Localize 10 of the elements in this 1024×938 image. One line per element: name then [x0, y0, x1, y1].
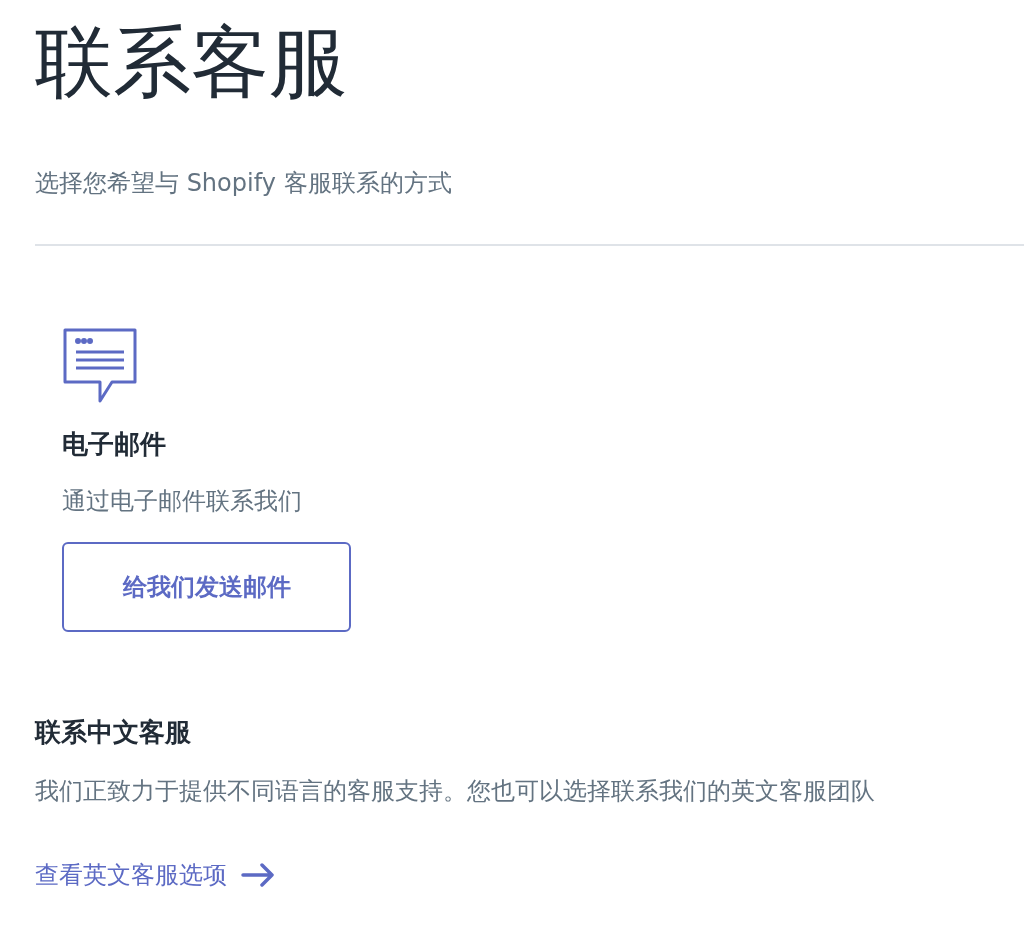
email-heading: 电子邮件 [62, 428, 166, 461]
english-support-link[interactable]: 查看英文客服选项 [35, 858, 275, 892]
arrow-right-icon [241, 863, 275, 887]
section-heading: 联系中文客服 [35, 716, 191, 749]
send-email-button[interactable]: 给我们发送邮件 [62, 542, 351, 632]
page-title: 联系客服 [35, 16, 347, 109]
section-description: 我们正致力于提供不同语言的客服支持。您也可以选择联系我们的英文客服团队 [35, 776, 875, 807]
chat-bubble-icon [62, 328, 138, 404]
email-description: 通过电子邮件联系我们 [62, 486, 302, 517]
page-subtitle: 选择您希望与 Shopify 客服联系的方式 [35, 168, 452, 199]
